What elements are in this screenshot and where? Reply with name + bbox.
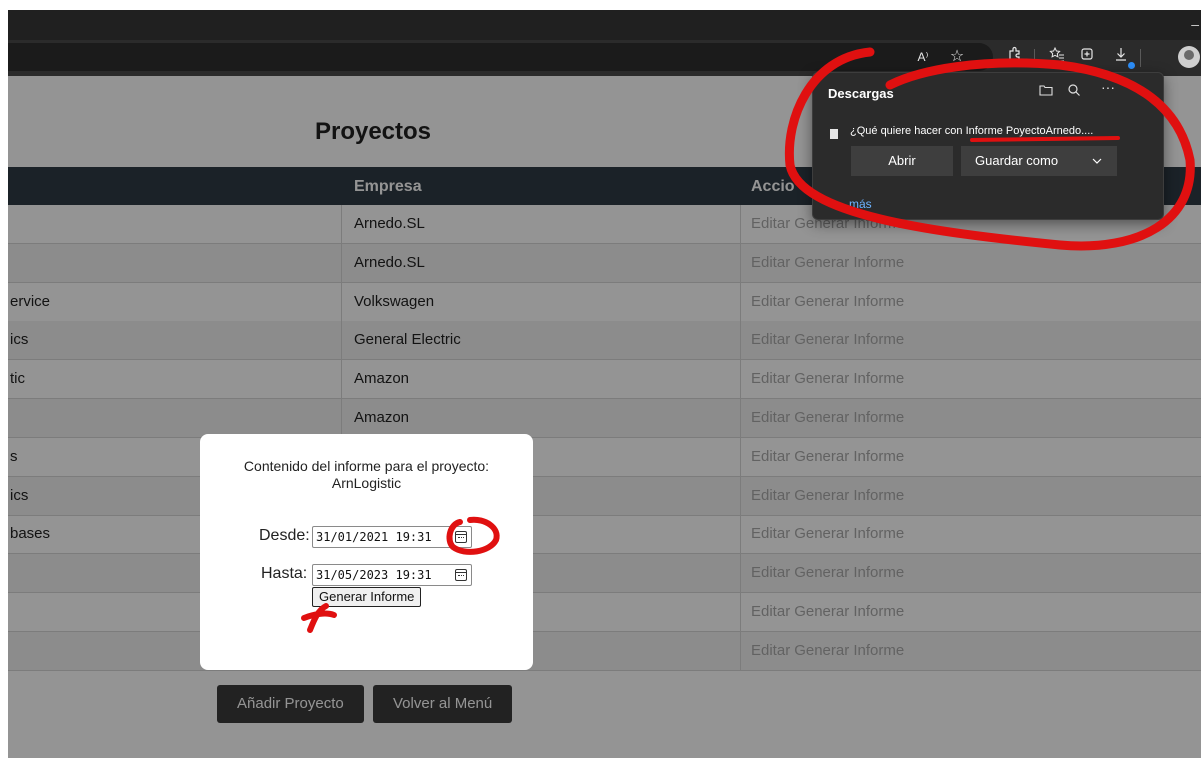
pin-icon[interactable]	[1135, 83, 1147, 99]
calendar-icon[interactable]	[455, 569, 467, 581]
save-as-label: Guardar como	[975, 153, 1059, 168]
to-date-input[interactable]: 31/05/2023 19:31	[312, 564, 472, 586]
more-link[interactable]: más	[849, 197, 872, 211]
report-modal: Contenido del informe para el proyecto: …	[200, 434, 533, 670]
browser-titlebar: –	[8, 10, 1201, 40]
open-folder-icon[interactable]	[1039, 83, 1053, 100]
save-as-button[interactable]: Guardar como	[961, 146, 1117, 176]
downloads-panel: Descargas ··· ¿Qué quiere hacer con Info…	[812, 72, 1164, 220]
from-date-value: 31/01/2021 19:31	[316, 530, 432, 544]
modal-project-name: ArnLogistic	[331, 475, 402, 491]
to-date-value: 31/05/2023 19:31	[316, 568, 432, 582]
calendar-icon[interactable]	[455, 531, 467, 543]
window-left-edge	[0, 0, 8, 758]
address-field[interactable]	[8, 43, 993, 71]
open-button[interactable]: Abrir	[851, 146, 953, 176]
more-options-icon[interactable]: ···	[1101, 79, 1115, 95]
downloads-icon[interactable]	[1110, 46, 1135, 69]
download-prompt: ¿Qué quiere hacer con Informe PoyectoArn…	[850, 125, 1094, 137]
chevron-down-icon	[1091, 146, 1103, 187]
browser-toolbar: A⁾ ☆	[8, 40, 1201, 76]
favorite-star-icon[interactable]: ☆	[946, 46, 968, 68]
read-aloud-icon[interactable]: A⁾	[912, 46, 934, 68]
downloads-title: Descargas	[828, 86, 894, 101]
from-date-input[interactable]: 31/01/2021 19:31	[312, 526, 472, 548]
collections-icon[interactable]	[1076, 46, 1098, 69]
toolbar-separator	[1034, 49, 1035, 67]
extensions-icon[interactable]	[1004, 46, 1026, 69]
screenshot-root: – A⁾ ☆ Proyectos Empresa Accio Arnedo.SL…	[0, 0, 1201, 758]
download-badge	[1128, 62, 1135, 69]
favorites-bar-icon[interactable]	[1046, 46, 1068, 69]
profile-icon[interactable]	[1178, 46, 1200, 68]
generate-report-button[interactable]: Generar Informe	[312, 587, 422, 607]
search-icon[interactable]	[1067, 83, 1081, 100]
from-label: Desde:	[259, 527, 310, 544]
modal-message-line: Contenido del informe para el proyecto:	[243, 458, 490, 474]
toolbar-separator	[1140, 49, 1141, 67]
to-label: Hasta:	[261, 565, 308, 582]
modal-message: Contenido del informe para el proyecto: …	[200, 458, 533, 492]
minimize-icon[interactable]: –	[1191, 16, 1199, 32]
file-icon	[830, 129, 838, 139]
